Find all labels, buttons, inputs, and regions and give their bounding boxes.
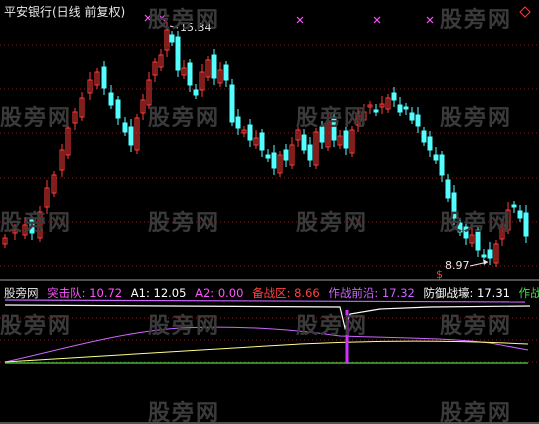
arrow-head-icon [483,259,488,265]
stock-chart-window: { "title": "平安银行(日线 前复权)", "price": { "h… [0,0,539,424]
signal-mark: $ [436,268,443,281]
candle-body [511,204,517,208]
indicator-name: 股旁网 [4,286,39,300]
candle-body [373,109,379,113]
legend-item-fangyuzhanhao: 防御战壕: 17.31 [423,286,510,300]
candle-body [187,62,193,86]
candle-body [481,254,487,258]
x-marker-icon [144,14,152,22]
candle-body [307,144,313,161]
candle-body [223,64,229,81]
candle-body [259,132,265,151]
candle-body [451,192,457,219]
candle-body [433,154,439,161]
chart-title: 平安银行(日线 前复权) [4,5,126,19]
candle-body [29,219,35,234]
candle-body [427,136,433,151]
x-marker-icon [296,16,304,24]
x-marker-icon [426,16,434,24]
candle-body [439,154,445,176]
candle-body [391,92,397,101]
candle-body [108,92,114,106]
indicator-legend: 股旁网 突击队: 10.72 A1: 12.05 A2: 0.00 备战区: 8… [4,285,539,301]
candle-body [101,66,107,89]
candle-body [331,116,337,141]
candle-body [283,149,289,161]
candle-body [115,99,121,119]
candle-body [517,210,523,219]
low-price-label: 8.97 [445,259,470,272]
candle-body [301,134,307,151]
candle-body [271,152,277,169]
legend-item-beizhanqu: 备战区: 8.66 [252,286,320,300]
candle-body [421,130,427,143]
x-marker-icon [158,14,166,22]
candle-body [265,154,271,159]
x-marker-icon [373,16,381,24]
candle-body [193,89,199,96]
candle-body [457,222,463,233]
candle-body [343,130,349,149]
candle-body [523,212,529,237]
candle-body [463,226,469,239]
high-arrow [169,25,179,29]
legend-item-a2: A2: 0.00 [195,286,244,300]
high-price-label: 15.34 [180,21,212,34]
candle-body [475,229,481,251]
candle-body [247,124,253,141]
candle-body [169,34,175,43]
candle-body [128,126,134,146]
candle-body [409,112,415,121]
legend-item-tujidui: 突击队: 10.72 [47,286,123,300]
candle-body [175,36,181,71]
candle-body [445,179,451,199]
candle-body [229,84,235,123]
legend-item-zuozhanzong: 作战总 [518,286,539,300]
legend-item-zuozhanqianyan: 作战前沿: 17.32 [328,286,415,300]
candle-body [403,106,409,110]
chart-canvas [0,6,539,424]
candle-body [319,126,325,143]
candle-body [487,249,493,259]
legend-item-a1: A1: 12.05 [130,286,187,300]
candle-body [397,104,403,113]
candle-body [235,116,241,129]
diamond-icon [519,6,531,18]
candle-body [122,122,128,133]
candle-body [211,54,217,79]
candle-body [415,114,421,127]
defense-line [4,304,531,331]
